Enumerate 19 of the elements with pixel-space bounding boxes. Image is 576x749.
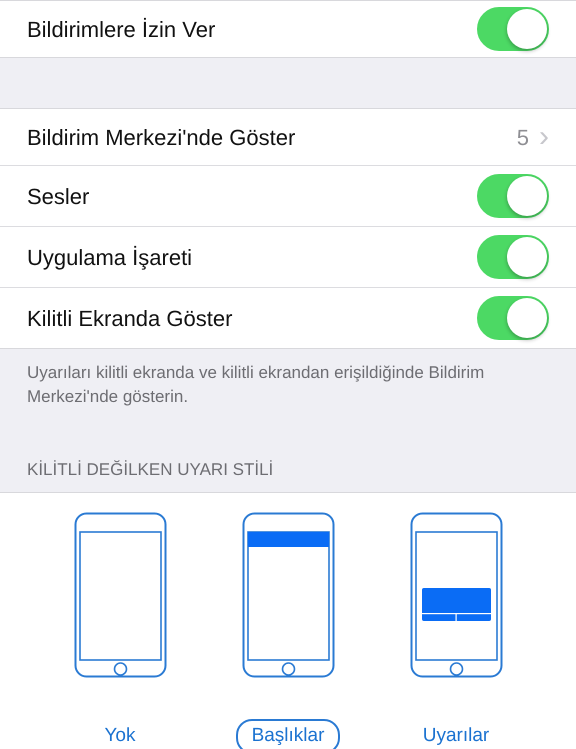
toggle-switch[interactable] (477, 7, 549, 51)
phone-banner-drawing[interactable] (242, 512, 334, 680)
toggle-switch[interactable] (477, 296, 549, 340)
setting-label: Sesler (27, 182, 90, 210)
footer-note: Uyarıları kilitli ekranda ve kilitli ekrandan erişildiğinde Bildirim Merkezi'nde gösterin. (26, 362, 486, 408)
chevron-icon: › (539, 122, 549, 152)
setting-label: Bildirim Merkezi'nde Göster (27, 124, 296, 152)
phone-alert-drawing[interactable] (410, 512, 502, 680)
setting-label: Bildirimlere İzin Ver (27, 16, 216, 44)
style-option[interactable]: Başlıklar (236, 719, 340, 749)
toggle-switch[interactable] (477, 235, 549, 279)
style-option[interactable]: Yok (88, 719, 152, 749)
count-value: 5 (516, 124, 529, 152)
section-header: KİLİTLİ DEĞİLKEN UYARI STİLİ (26, 458, 274, 481)
setting-label: Kilitli Ekranda Göster (27, 304, 232, 332)
setting-label: Uygulama İşareti (27, 244, 192, 272)
phone-drawing[interactable] (74, 512, 166, 680)
toggle-switch[interactable] (477, 174, 549, 218)
style-option[interactable]: Uyarılar (406, 719, 506, 749)
